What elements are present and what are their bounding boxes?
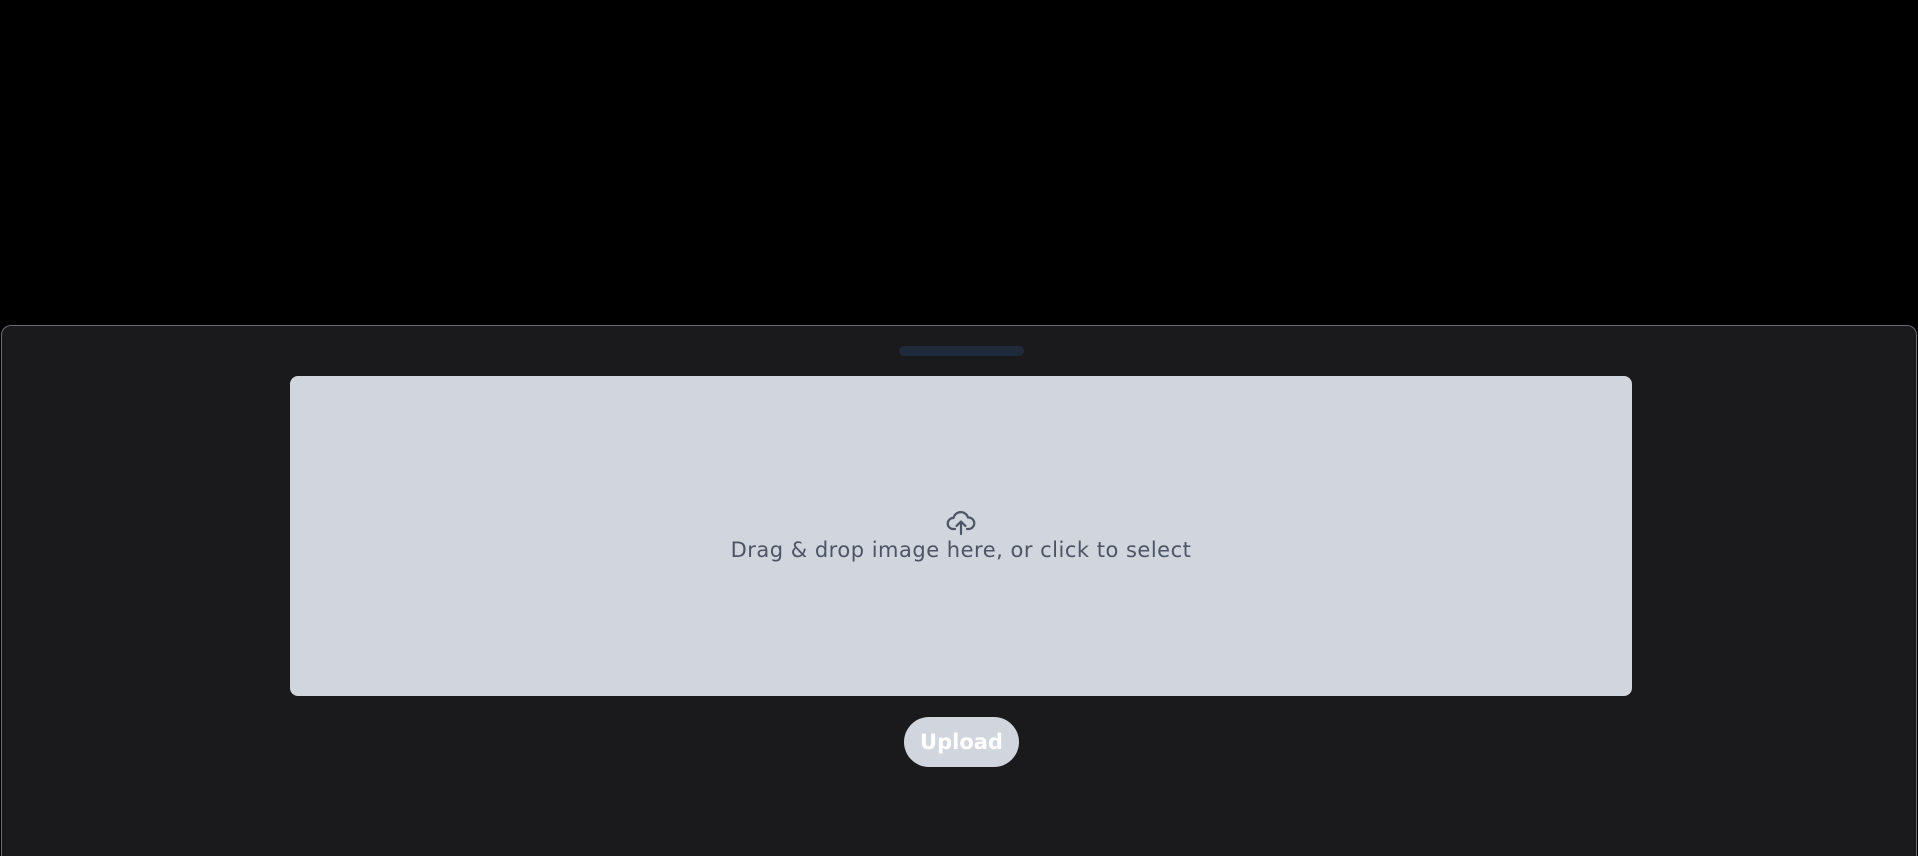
upload-button[interactable]: Upload <box>904 717 1019 767</box>
dropzone-instructions: Drag & drop image here, or click to sele… <box>730 538 1192 562</box>
cloud-upload-icon <box>946 511 976 536</box>
image-dropzone[interactable]: Drag & drop image here, or click to sele… <box>290 376 1632 696</box>
bottom-sheet: Drag & drop image here, or click to sele… <box>1 325 1917 856</box>
drag-handle[interactable] <box>899 346 1024 356</box>
